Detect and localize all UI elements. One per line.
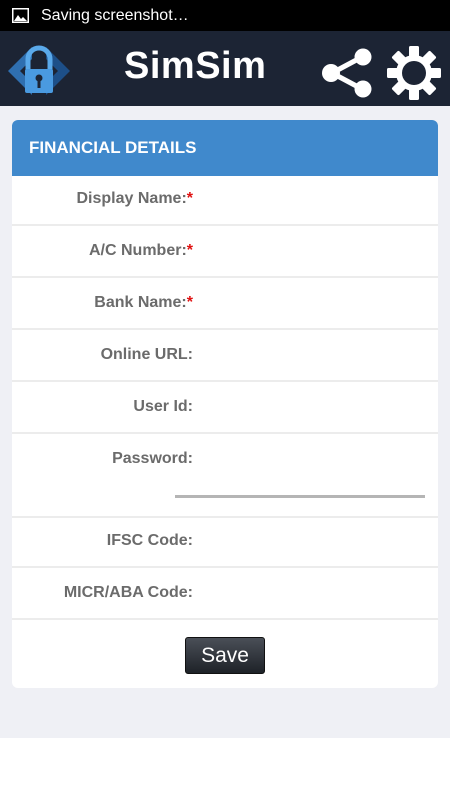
account-number-row: A/C Number:*: [12, 228, 438, 278]
bank-name-row: Bank Name:*: [12, 280, 438, 330]
bank-name-label: Bank Name:*: [94, 294, 193, 311]
app-title: SimSim: [124, 45, 267, 87]
ifsc-code-label: IFSC Code:: [106, 532, 193, 549]
bank-name-input[interactable]: [198, 286, 430, 324]
password-input[interactable]: [198, 442, 430, 480]
user-id-label: User Id:: [133, 398, 193, 415]
password-label: Password:: [112, 450, 193, 467]
micr-aba-code-label: MICR/ABA Code:: [63, 584, 193, 601]
lock-house-logo: [8, 45, 70, 95]
online-url-input[interactable]: [198, 338, 430, 376]
micr-aba-code-input[interactable]: [198, 576, 430, 614]
required-marker: *: [186, 242, 193, 259]
account-number-label: A/C Number:*: [88, 242, 193, 259]
account-number-input[interactable]: [198, 234, 430, 272]
ifsc-code-row: IFSC Code:: [12, 518, 438, 568]
status-text: Saving screenshot…: [41, 6, 189, 24]
display-name-input[interactable]: [198, 182, 430, 220]
image-icon: [12, 8, 29, 23]
form-header: FINANCIAL DETAILS: [12, 120, 438, 176]
password-row: Password:: [12, 436, 438, 518]
share-icon[interactable]: [320, 48, 374, 98]
status-bar: Saving screenshot…: [0, 0, 450, 31]
gear-icon[interactable]: [386, 45, 442, 101]
required-marker: *: [186, 294, 193, 311]
password-field-underline: [175, 495, 425, 498]
display-name-label: Display Name:*: [76, 190, 194, 207]
app-bar: SimSim: [0, 31, 450, 106]
required-marker: *: [186, 190, 193, 207]
online-url-row: Online URL:: [12, 332, 438, 382]
ifsc-code-input[interactable]: [198, 524, 430, 562]
user-id-row: User Id:: [12, 384, 438, 434]
user-id-input[interactable]: [198, 390, 430, 428]
micr-aba-code-row: MICR/ABA Code:: [12, 570, 438, 620]
save-button[interactable]: Save: [185, 637, 265, 674]
content-area: FINANCIAL DETAILS Display Name:* A/C Num…: [0, 106, 450, 738]
financial-details-card: FINANCIAL DETAILS Display Name:* A/C Num…: [12, 120, 438, 688]
online-url-label: Online URL:: [100, 346, 193, 363]
display-name-row: Display Name:*: [12, 176, 438, 226]
